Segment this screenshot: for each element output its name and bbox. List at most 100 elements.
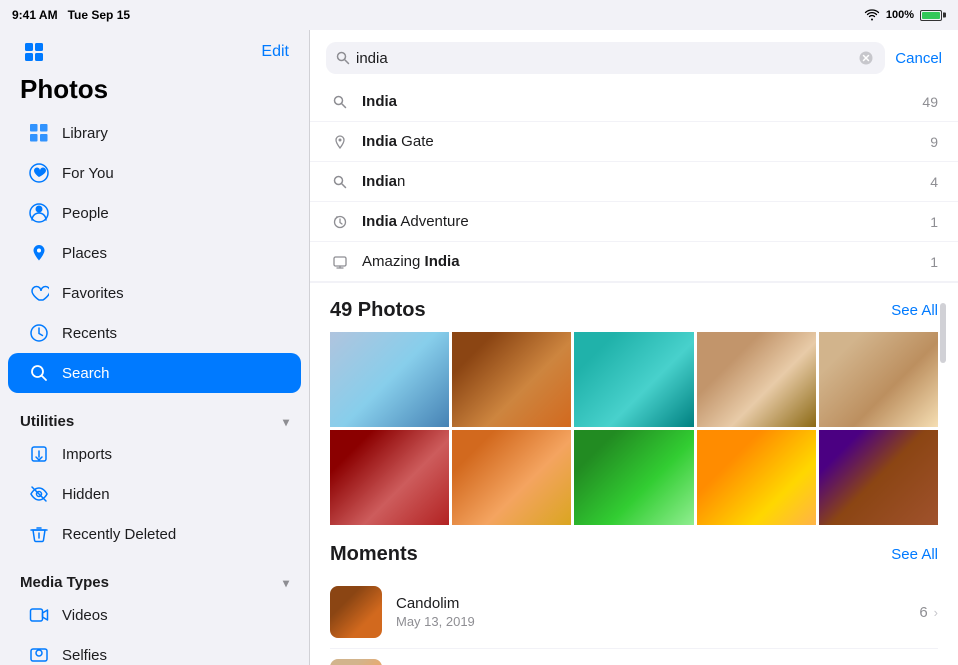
suggestion-count: 4 [930, 174, 938, 190]
moment-count: 6 [919, 604, 927, 621]
suggestion-india-gate[interactable]: India Gate 9 [310, 122, 958, 162]
moment-name: Candolim [396, 595, 905, 612]
photo-cell[interactable] [574, 332, 693, 427]
suggestions-list: India 49 India Gate [310, 82, 958, 283]
hidden-icon [28, 483, 50, 505]
selfies-icon [28, 644, 50, 665]
moment-date: May 13, 2019 [396, 614, 905, 629]
sidebar-item-label: Selfies [62, 647, 107, 664]
wifi-icon [864, 9, 880, 21]
sidebar-item-label: Recently Deleted [62, 526, 176, 543]
sidebar-item-videos[interactable]: Videos [8, 595, 301, 635]
search-input-wrapper [326, 42, 885, 74]
photos-section: 49 Photos See All [310, 283, 958, 533]
moment-count-row: 6 › [919, 604, 938, 621]
moment-chevron-icon: › [934, 605, 938, 620]
moments-see-all-button[interactable]: See All [891, 546, 938, 563]
photo-cell[interactable] [819, 332, 938, 427]
battery-percent: 100% [886, 9, 914, 21]
photo-cell[interactable] [452, 430, 571, 525]
media-types-chevron: ▾ [283, 576, 289, 590]
suggestion-count: 1 [930, 254, 938, 270]
sidebar-item-people[interactable]: People [8, 193, 301, 233]
photos-section-header: 49 Photos See All [330, 299, 938, 322]
sidebar-item-library[interactable]: Library [8, 113, 301, 153]
photo-grid [330, 332, 938, 525]
suggestion-india-adventure[interactable]: India Adventure 1 [310, 202, 958, 242]
sidebar-item-hidden[interactable]: Hidden [8, 474, 301, 514]
sidebar-item-label: Library [62, 125, 108, 142]
suggestion-count: 1 [930, 214, 938, 230]
photo-cell[interactable] [330, 332, 449, 427]
imports-icon [28, 443, 50, 465]
media-types-nav: Videos Selfies [0, 595, 309, 665]
favorites-icon [28, 282, 50, 304]
photos-see-all-button[interactable]: See All [891, 302, 938, 319]
sidebar-item-label: Places [62, 245, 107, 262]
sidebar-item-selfies[interactable]: Selfies [8, 635, 301, 665]
suggestion-count: 9 [930, 134, 938, 150]
suggestion-label: Indian [362, 173, 405, 190]
sidebar-item-label: Imports [62, 446, 112, 463]
sidebar-item-label: Favorites [62, 285, 124, 302]
moment-anjuna-beach[interactable]: Anjuna Beach May 11, 2019 7 › [330, 649, 938, 665]
suggestion-label: Amazing India [362, 253, 460, 270]
photo-cell[interactable] [452, 332, 571, 427]
search-clear-button[interactable] [857, 49, 875, 67]
sidebar-item-label: People [62, 205, 109, 222]
status-bar: 9:41 AM Tue Sep 15 100% [0, 0, 958, 30]
photo-cell[interactable] [819, 430, 938, 525]
search-bar-container: Cancel [310, 30, 958, 82]
suggestion-amazing-india[interactable]: Amazing India 1 [310, 242, 958, 282]
photo-cell[interactable] [697, 332, 816, 427]
suggestion-india[interactable]: India 49 [310, 82, 958, 122]
sidebar-item-label: Videos [62, 607, 108, 624]
sidebar-item-search[interactable]: Search [8, 353, 301, 393]
suggestion-indian[interactable]: Indian 4 [310, 162, 958, 202]
photo-cell[interactable] [697, 430, 816, 525]
moment-thumbnail [330, 659, 382, 665]
search-input[interactable] [356, 50, 851, 67]
search-icon [336, 51, 350, 65]
battery-icon [920, 10, 942, 21]
moment-candolim[interactable]: Candolim May 13, 2019 6 › [330, 576, 938, 649]
location-suggestion-icon [330, 135, 350, 149]
sidebar-header: Edit [0, 30, 309, 70]
places-icon [28, 242, 50, 264]
videos-icon [28, 604, 50, 626]
utilities-section-header[interactable]: Utilities ▾ [0, 401, 309, 434]
photos-grid-icon[interactable] [20, 38, 48, 66]
status-time: 9:41 AM [12, 8, 58, 22]
sidebar-title: Photos [0, 70, 309, 113]
photo-cell[interactable] [330, 430, 449, 525]
search-suggestion-icon2 [330, 175, 350, 189]
sidebar-item-recents[interactable]: Recents [8, 313, 301, 353]
sidebar-item-imports[interactable]: Imports [8, 434, 301, 474]
recently-deleted-icon [28, 523, 50, 545]
search-suggestion-icon [330, 95, 350, 109]
moment-info: Candolim May 13, 2019 [396, 595, 905, 629]
utilities-nav: Imports Hidden [0, 434, 309, 562]
sidebar-item-places[interactable]: Places [8, 233, 301, 273]
photos-section-title: 49 Photos [330, 299, 426, 322]
utilities-label: Utilities [20, 413, 74, 430]
sidebar-item-for-you[interactable]: For You [8, 153, 301, 193]
people-icon [28, 202, 50, 224]
sidebar-nav: Library For You [0, 113, 309, 401]
sidebar-item-recently-deleted[interactable]: Recently Deleted [8, 514, 301, 554]
suggestion-count: 49 [922, 94, 938, 110]
cancel-button[interactable]: Cancel [895, 50, 942, 67]
media-types-section-header[interactable]: Media Types ▾ [0, 562, 309, 595]
sidebar: Edit Photos Library [0, 30, 310, 665]
photo-cell[interactable] [574, 430, 693, 525]
edit-button[interactable]: Edit [261, 43, 289, 61]
sidebar-item-label: Search [62, 365, 110, 382]
history-suggestion-icon [330, 215, 350, 229]
library-icon [28, 122, 50, 144]
status-date: Tue Sep 15 [68, 8, 130, 22]
media-types-label: Media Types [20, 574, 109, 591]
sidebar-item-favorites[interactable]: Favorites [8, 273, 301, 313]
suggestion-label: India Gate [362, 133, 434, 150]
utilities-chevron: ▾ [283, 415, 289, 429]
sidebar-item-label: Hidden [62, 486, 110, 503]
